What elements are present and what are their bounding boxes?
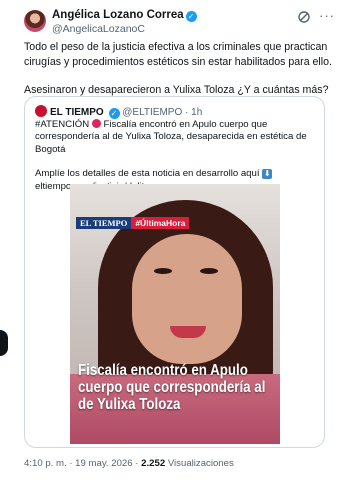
quoted-post-header: EL TIEMPO ✓ @ELTIEMPO · 1h — [35, 105, 202, 119]
author-name[interactable]: Angélica Lozano Correa ✓ — [52, 9, 197, 22]
quoted-author-name: EL TIEMPO — [50, 107, 104, 118]
post-timestamp[interactable]: 4:10 p. m. · 19 may. 2026 · — [24, 458, 138, 469]
quoted-time: · 1h — [185, 107, 203, 118]
views-label: Visualizaciones — [167, 458, 234, 469]
red-circle-icon — [91, 119, 101, 128]
grok-icon[interactable] — [297, 10, 311, 24]
down-arrow-icon: ⬇ — [262, 169, 273, 180]
more-options-icon[interactable]: ··· — [319, 8, 335, 23]
quoted-avatar — [35, 105, 47, 117]
quoted-post[interactable]: EL TIEMPO ✓ @ELTIEMPO · 1h #ATENCIÓN Fis… — [24, 96, 325, 448]
photo-eye — [200, 268, 218, 274]
author-handle[interactable]: @AngelicaLozanoC — [52, 23, 145, 35]
verified-badge-icon: ✓ — [185, 11, 197, 22]
post-paragraph: Todo el peso de la justicia efectiva a l… — [24, 41, 332, 68]
media-hashtag-label: #ÚltimaHora — [131, 217, 190, 229]
post: Angélica Lozano Correa ✓ @AngelicaLozanoC… — [0, 0, 350, 480]
author-name-text[interactable]: Angélica Lozano Correa — [52, 9, 184, 21]
media-tag: EL TIEMPO #ÚltimaHora — [76, 213, 190, 231]
photo-eye — [154, 268, 172, 274]
views-count: 2.252 — [141, 458, 166, 469]
side-avatar-edge — [0, 330, 8, 356]
quoted-paragraph: #ATENCIÓN Fiscalía encontró en Apulo cue… — [35, 119, 320, 156]
quoted-paragraph-text: Amplíe los detalles de esta noticia en d… — [35, 168, 260, 180]
avatar[interactable] — [24, 10, 46, 32]
verified-badge-icon: ✓ — [108, 108, 120, 119]
quoted-author-handle: @ELTIEMPO — [122, 107, 183, 118]
media-brand-label: EL TIEMPO — [76, 217, 132, 229]
hashtag-atencion[interactable]: #ATENCIÓN — [35, 119, 89, 130]
media-headline: Fiscalía encontró en Apulo cuerpo que co… — [78, 362, 266, 413]
photo-lips — [170, 326, 206, 338]
quoted-media-image[interactable]: EL TIEMPO #ÚltimaHora Fiscalía encontró e… — [70, 184, 280, 444]
post-footer: 4:10 p. m. · 19 may. 2026 · 2.252 Visual… — [24, 458, 234, 469]
photo-face — [132, 234, 242, 364]
